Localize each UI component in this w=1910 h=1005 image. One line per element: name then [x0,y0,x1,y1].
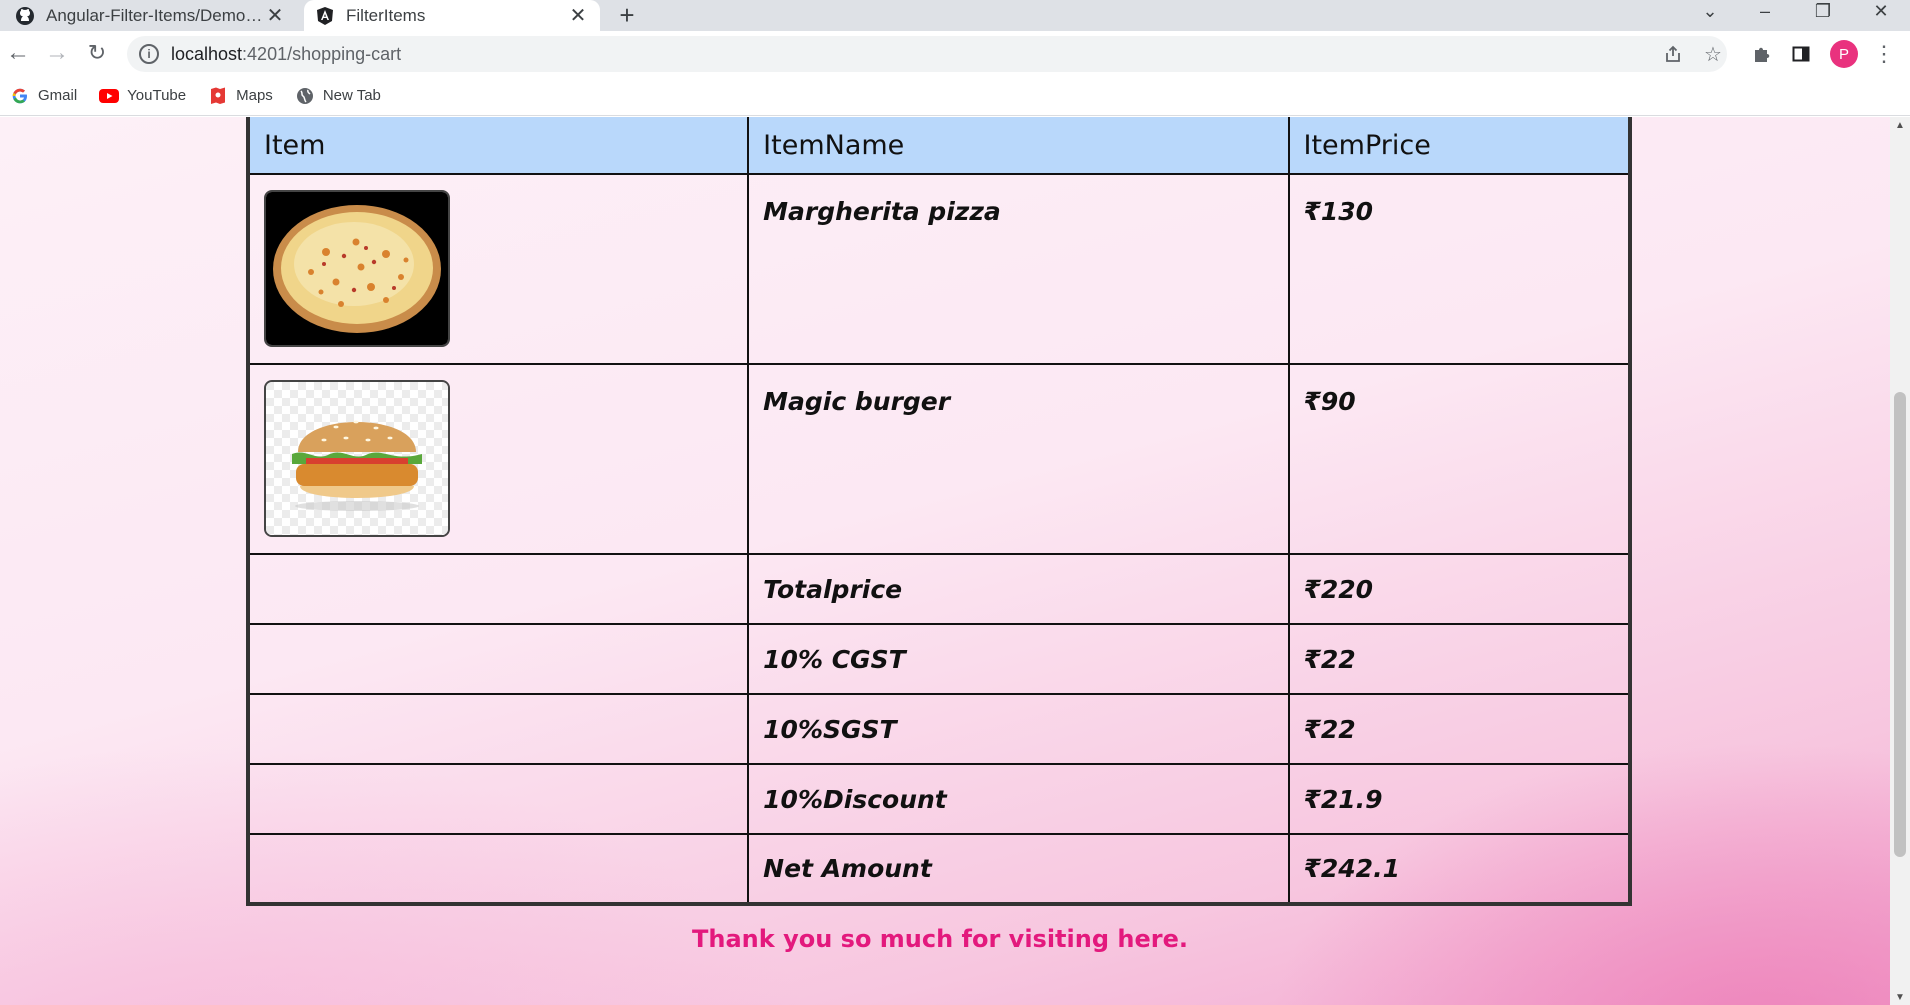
item-price: ₹90 [1287,363,1631,555]
summary-row-sgst: 10%SGST ₹22 [246,693,1631,765]
tab-title: FilterItems [346,5,426,25]
table-row: Margherita pizza ₹130 [246,173,1631,365]
burger-image [264,380,450,537]
scroll-up-arrow-icon[interactable]: ▲ [1890,117,1910,133]
tab-filteritems[interactable]: FilterItems ✕ [304,0,600,31]
tab-github-demo[interactable]: Angular-Filter-Items/Demo.png a ✕ [0,0,297,31]
address-bar[interactable]: i localhost:4201/shopping-cart [127,36,1727,72]
summary-label: 10% CGST [747,623,1290,695]
summary-row-cgst: 10% CGST ₹22 [246,623,1631,695]
summary-value: ₹22 [1287,623,1631,695]
column-header-itemname: ItemName [747,117,1290,175]
table-row: Magic burger ₹90 [246,363,1631,555]
extensions-puzzle-icon[interactable] [1749,41,1775,67]
summary-label: Totalprice [747,553,1290,625]
side-panel-icon[interactable] [1788,41,1814,67]
page-scrollbar[interactable]: ▲ ▼ [1890,117,1910,1005]
url-host: localhost [171,43,243,64]
window-close-icon[interactable]: ✕ [1861,0,1901,22]
new-tab-plus-icon[interactable]: + [612,0,642,31]
summary-value: ₹22 [1287,693,1631,765]
table-header-row: Item ItemName ItemPrice [246,117,1631,175]
tab-search-chevron-icon[interactable]: ⌄ [1690,0,1730,22]
item-price: ₹130 [1287,173,1631,365]
github-icon [14,5,36,27]
summary-label: Net Amount [747,833,1290,905]
scroll-down-arrow-icon[interactable]: ▼ [1890,989,1910,1005]
site-info-icon[interactable]: i [139,44,159,64]
thank-you-message: Thank you so much for visiting here. [692,925,1188,953]
browser-toolbar: ← → ↻ i localhost:4201/shopping-cart ☆ P… [0,31,1910,76]
tab-strip: Angular-Filter-Items/Demo.png a ✕ Filter… [0,0,1910,31]
back-arrow-icon[interactable]: ← [2,37,34,69]
shopping-cart-table: Item ItemName ItemPrice Margherita pizza… [246,117,1632,906]
empty-cell [246,693,750,765]
item-image-cell [246,173,750,365]
pizza-image [264,190,450,347]
bookmark-youtube[interactable]: YouTube [99,86,186,106]
summary-row-discount: 10%Discount ₹21.9 [246,763,1631,835]
share-icon[interactable] [1660,41,1686,67]
summary-label: 10%SGST [747,693,1290,765]
youtube-icon [99,86,120,106]
close-icon[interactable]: ✕ [263,3,287,28]
bookmark-new-tab[interactable]: New Tab [295,86,381,106]
reload-icon[interactable]: ↻ [81,37,113,69]
bookmark-label: Gmail [38,87,78,104]
tab-title: Angular-Filter-Items/Demo.png a [46,5,263,25]
bookmark-star-icon[interactable]: ☆ [1700,41,1726,67]
summary-label: 10%Discount [747,763,1290,835]
column-header-item: Item [246,117,750,175]
bookmark-label: New Tab [322,87,381,104]
empty-cell [246,553,750,625]
bookmark-label: YouTube [127,87,187,104]
globe-icon [295,86,315,106]
restore-icon[interactable]: ❐ [1803,0,1843,22]
item-image-cell [246,363,750,555]
bookmark-maps[interactable]: Maps [208,86,273,106]
empty-cell [246,623,750,695]
scrollbar-thumb[interactable] [1894,392,1906,857]
summary-value: ₹220 [1287,553,1631,625]
empty-cell [246,833,750,905]
summary-row-totalprice: Totalprice ₹220 [246,553,1631,625]
item-name: Margherita pizza [747,173,1290,365]
forward-arrow-icon[interactable]: → [41,37,73,69]
summary-value: ₹242.1 [1287,833,1631,905]
minimize-icon[interactable]: – [1745,0,1785,22]
profile-avatar[interactable]: P [1830,40,1858,68]
angular-icon [314,5,336,27]
column-header-itemprice: ItemPrice [1287,117,1631,175]
bookmark-label: Maps [236,87,273,104]
bookmark-gmail[interactable]: Gmail [10,86,77,106]
url-path: :4201/shopping-cart [242,43,402,64]
summary-value: ₹21.9 [1287,763,1631,835]
bookmarks-bar: Gmail YouTube Maps New Tab [0,76,1910,116]
page-viewport: Item ItemName ItemPrice Margherita pizza… [0,117,1890,1005]
more-menu-icon[interactable]: ⋮ [1871,41,1897,67]
close-icon[interactable]: ✕ [566,3,590,28]
item-name: Magic burger [747,363,1290,555]
google-icon [10,86,30,106]
maps-icon [208,86,228,106]
summary-row-net-amount: Net Amount ₹242.1 [246,833,1631,905]
empty-cell [246,763,750,835]
